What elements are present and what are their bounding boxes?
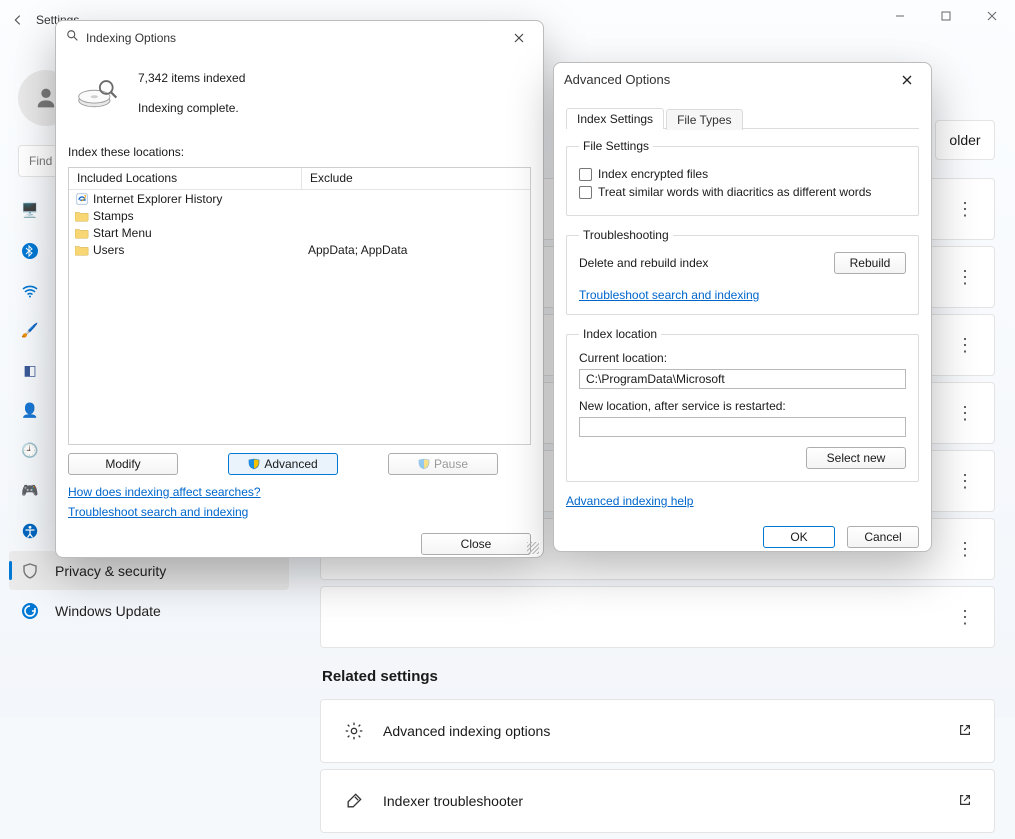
close-dialog-button[interactable]: Close (421, 533, 531, 555)
advanced-titlebar: Advanced Options (554, 63, 931, 97)
location-row[interactable]: Users AppData; AppData (69, 241, 530, 258)
location-name: Internet Explorer History (93, 192, 222, 206)
sidebar-icon (21, 562, 39, 580)
external-link-icon (958, 793, 972, 810)
more-icon: ⋮ (956, 539, 974, 560)
card-icon (343, 720, 365, 742)
indexing-body: 7,342 items indexed Indexing complete. I… (56, 55, 543, 567)
col-included[interactable]: Included Locations (69, 168, 302, 189)
current-location-label: Current location: (579, 351, 906, 365)
location-name: Stamps (93, 209, 134, 223)
related-settings-header: Related settings (322, 668, 995, 685)
search-index-icon (66, 29, 80, 46)
col-exclude[interactable]: Exclude (302, 168, 530, 189)
indexing-options-dialog: Indexing Options 7,342 items indexed Ind… (55, 20, 544, 558)
advanced-close-button[interactable] (893, 69, 921, 91)
select-new-button[interactable]: Select new (806, 447, 906, 469)
window-caption-buttons (877, 0, 1015, 32)
index-encrypted-checkbox[interactable]: Index encrypted files (579, 167, 906, 181)
indexing-title: Indexing Options (86, 31, 176, 45)
more-icon: ⋮ (956, 199, 974, 220)
sidebar-icon (21, 522, 39, 540)
card-label: Indexer troubleshooter (383, 793, 523, 809)
location-row[interactable]: Start Menu (69, 224, 530, 241)
related-advanced-indexing-options[interactable]: Advanced indexing options (320, 699, 995, 763)
advanced-title: Advanced Options (564, 72, 670, 87)
sidebar-item-windows-update[interactable]: Windows Update (9, 591, 289, 630)
more-icon: ⋮ (956, 335, 974, 356)
troubleshooting-group: Troubleshooting Delete and rebuild index… (566, 228, 919, 315)
index-location-legend: Index location (579, 327, 661, 341)
advanced-body: Index Settings File Types File Settings … (554, 97, 931, 560)
location-exclude: AppData; AppData (308, 243, 407, 257)
sidebar-icon: 🖌️ (21, 322, 39, 340)
sidebar-icon: 👤 (21, 402, 39, 420)
troubleshoot-indexing-link[interactable]: Troubleshoot search and indexing (68, 505, 531, 519)
related-indexer-troubleshooter[interactable]: Indexer troubleshooter (320, 769, 995, 833)
tab-index-settings[interactable]: Index Settings (566, 108, 664, 129)
sidebar-icon: 🎮 (21, 482, 39, 500)
rebuild-button[interactable]: Rebuild (834, 252, 906, 274)
card-icon (343, 790, 365, 812)
sidebar-icon (21, 282, 39, 300)
locations-listview[interactable]: Included Locations Exclude Internet Expl… (68, 167, 531, 445)
troubleshoot-link[interactable]: Troubleshoot search and indexing (579, 288, 759, 302)
troubleshooting-legend: Troubleshooting (579, 228, 673, 242)
advanced-indexing-help-link[interactable]: Advanced indexing help (566, 494, 693, 508)
cancel-button[interactable]: Cancel (847, 526, 919, 548)
location-name: Start Menu (93, 226, 152, 240)
advanced-button[interactable]: Advanced (228, 453, 338, 475)
maximize-button[interactable] (923, 0, 969, 32)
checkbox-icon (579, 186, 592, 199)
sidebar-icon: 🕘 (21, 442, 39, 460)
external-link-icon (958, 723, 972, 740)
more-icon: ⋮ (956, 607, 974, 628)
new-location-field[interactable] (579, 417, 906, 437)
sidebar-icon (21, 602, 39, 620)
sidebar-item-label: Windows Update (55, 603, 161, 619)
index-location-group: Index location Current location: C:\Prog… (566, 327, 919, 482)
checkbox-icon (579, 168, 592, 181)
ok-button[interactable]: OK (763, 526, 835, 548)
settings-card[interactable]: ⋮ (320, 586, 995, 648)
partial-card[interactable]: older (935, 120, 995, 160)
location-name: Users (93, 243, 124, 257)
file-settings-group: File Settings Index encrypted files Trea… (566, 139, 919, 216)
diacritics-checkbox[interactable]: Treat similar words with diacritics as d… (579, 185, 906, 199)
drive-search-icon (76, 71, 120, 115)
advanced-options-dialog: Advanced Options Index Settings File Typ… (553, 62, 932, 552)
indexing-close-button[interactable] (505, 27, 533, 49)
shield-icon (418, 458, 430, 470)
current-location-field[interactable]: C:\ProgramData\Microsoft (579, 369, 906, 389)
indexing-titlebar: Indexing Options (56, 21, 543, 55)
how-indexing-link[interactable]: How does indexing affect searches? (68, 485, 531, 499)
index-locations-label: Index these locations: (68, 145, 531, 159)
sidebar-icon: ◧ (21, 362, 39, 380)
more-icon: ⋮ (956, 403, 974, 424)
more-icon: ⋮ (956, 471, 974, 492)
advanced-tabs: Index Settings File Types (566, 107, 919, 129)
location-row[interactable]: Stamps (69, 207, 530, 224)
minimize-button[interactable] (877, 0, 923, 32)
new-location-label: New location, after service is restarted… (579, 399, 906, 413)
locations-header: Included Locations Exclude (69, 168, 530, 190)
tab-file-types[interactable]: File Types (666, 109, 742, 130)
shield-icon (248, 458, 260, 470)
location-row[interactable]: Internet Explorer History (69, 190, 530, 207)
sidebar-icon (21, 242, 39, 260)
modify-button[interactable]: Modify (68, 453, 178, 475)
indexing-status-text: Indexing complete. (138, 101, 245, 115)
close-button[interactable] (969, 0, 1015, 32)
file-settings-legend: File Settings (579, 139, 653, 153)
sidebar-icon: 🖥️ (21, 202, 39, 220)
items-indexed-text: 7,342 items indexed (138, 71, 245, 85)
back-button[interactable] (0, 0, 36, 40)
more-icon: ⋮ (956, 267, 974, 288)
pause-button[interactable]: Pause (388, 453, 498, 475)
rebuild-text: Delete and rebuild index (579, 256, 708, 270)
resize-grip[interactable] (527, 542, 539, 554)
card-label: Advanced indexing options (383, 723, 550, 739)
